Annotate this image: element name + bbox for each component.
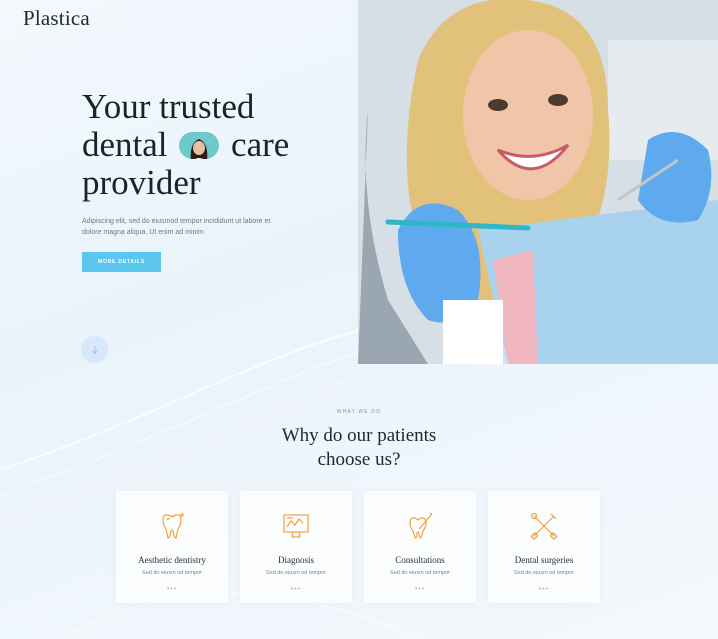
hero-description: Adipiscing elit, sed do eiusmod tempor i… <box>82 218 271 236</box>
service-card-surgeries[interactable]: Dental surgeries Sed do eiusm od tempor … <box>488 491 600 603</box>
card-subtitle: Sed do eiusm od tempor <box>390 570 450 576</box>
service-cards: Aesthetic dentistry Sed do eiusm od temp… <box>116 491 600 603</box>
section-eyebrow: WHAT WE DO <box>336 409 382 415</box>
ellipsis-icon: ••• <box>166 586 178 593</box>
tooth-tool-icon <box>405 511 435 541</box>
avatar <box>179 132 220 159</box>
hero-image <box>358 0 718 364</box>
crossed-tools-icon <box>529 511 559 541</box>
hero-title: Your trusted dental care provider <box>82 88 342 202</box>
scroll-down-icon[interactable] <box>81 336 108 363</box>
hero-title-word-dental: dental <box>82 125 168 164</box>
tooth-sparkle-icon <box>157 511 187 541</box>
ellipsis-icon: ••• <box>538 586 550 593</box>
logo[interactable]: Plastica <box>23 6 90 31</box>
hero-title-line1: Your trusted <box>82 87 255 126</box>
card-subtitle: Sed do eiusm od tempor <box>266 570 326 576</box>
ellipsis-icon: ••• <box>290 586 302 593</box>
hero-title-line2: dental care <box>82 126 342 164</box>
card-subtitle: Sed do eiusm od tempor <box>514 570 574 576</box>
monitor-chart-icon <box>281 511 311 541</box>
service-card-consultations[interactable]: Consultations Sed do eiusm od tempor ••• <box>364 491 476 603</box>
ellipsis-icon: ••• <box>414 586 426 593</box>
service-card-diagnosis[interactable]: Diagnosis Sed do eiusm od tempor ••• <box>240 491 352 603</box>
hero-title-word-care: care <box>231 125 290 164</box>
card-title: Diagnosis <box>278 555 314 565</box>
card-title: Consultations <box>395 555 445 565</box>
card-title: Dental surgeries <box>514 555 574 565</box>
card-title: Aesthetic dentistry <box>138 555 206 565</box>
service-card-aesthetic[interactable]: Aesthetic dentistry Sed do eiusm od temp… <box>116 491 228 603</box>
more-details-button[interactable]: MORE DETAILS <box>82 252 161 272</box>
hero-title-line3: provider <box>82 163 201 202</box>
card-subtitle: Sed do eiusm od tempor <box>142 570 202 576</box>
section-title: Why do our patients choose us? <box>281 425 437 470</box>
